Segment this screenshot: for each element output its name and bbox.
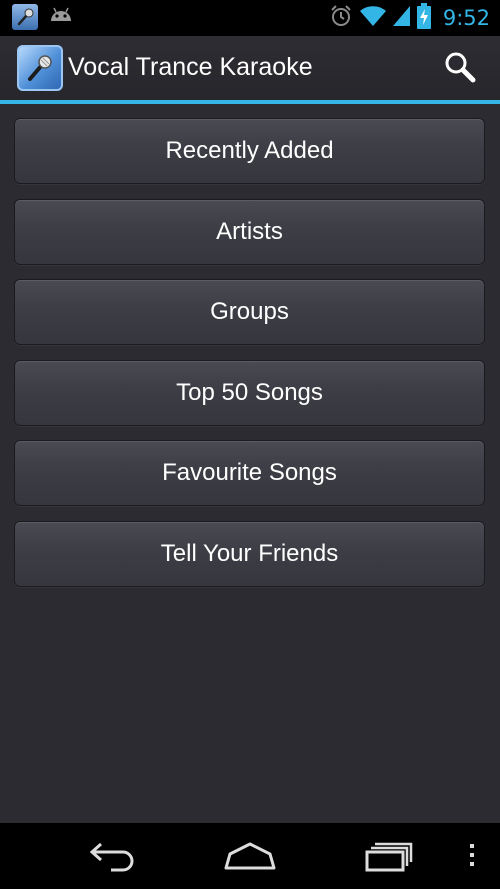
groups-button[interactable]: Groups xyxy=(14,279,485,345)
status-clock: 9:52 xyxy=(442,6,490,30)
battery-charging-icon xyxy=(416,2,431,34)
search-icon xyxy=(444,51,476,88)
signal-icon xyxy=(392,4,411,33)
top-50-songs-button[interactable]: Top 50 Songs xyxy=(14,359,485,426)
microphone-icon[interactable] xyxy=(17,45,63,91)
navigation-bar xyxy=(0,823,500,889)
android-debug-icon xyxy=(48,5,74,30)
wifi-icon xyxy=(359,4,387,33)
back-icon[interactable] xyxy=(84,838,140,872)
recent-apps-icon[interactable] xyxy=(362,838,418,872)
favourite-songs-button[interactable]: Favourite Songs xyxy=(14,440,485,506)
action-bar-divider xyxy=(0,100,500,104)
search-button[interactable] xyxy=(440,50,480,88)
alarm-icon xyxy=(329,4,353,33)
page-title: Vocal Trance Karaoke xyxy=(68,53,313,81)
overflow-menu-icon[interactable] xyxy=(462,838,482,872)
status-bar: 9:52 xyxy=(0,0,500,36)
artists-button[interactable]: Artists xyxy=(14,198,485,265)
home-icon[interactable] xyxy=(222,838,278,872)
microphone-app-icon xyxy=(12,4,38,30)
recently-added-button[interactable]: Recently Added xyxy=(14,118,485,184)
tell-your-friends-button[interactable]: Tell Your Friends xyxy=(14,520,485,587)
main-menu: Recently Added Artists Groups Top 50 Son… xyxy=(14,118,485,601)
